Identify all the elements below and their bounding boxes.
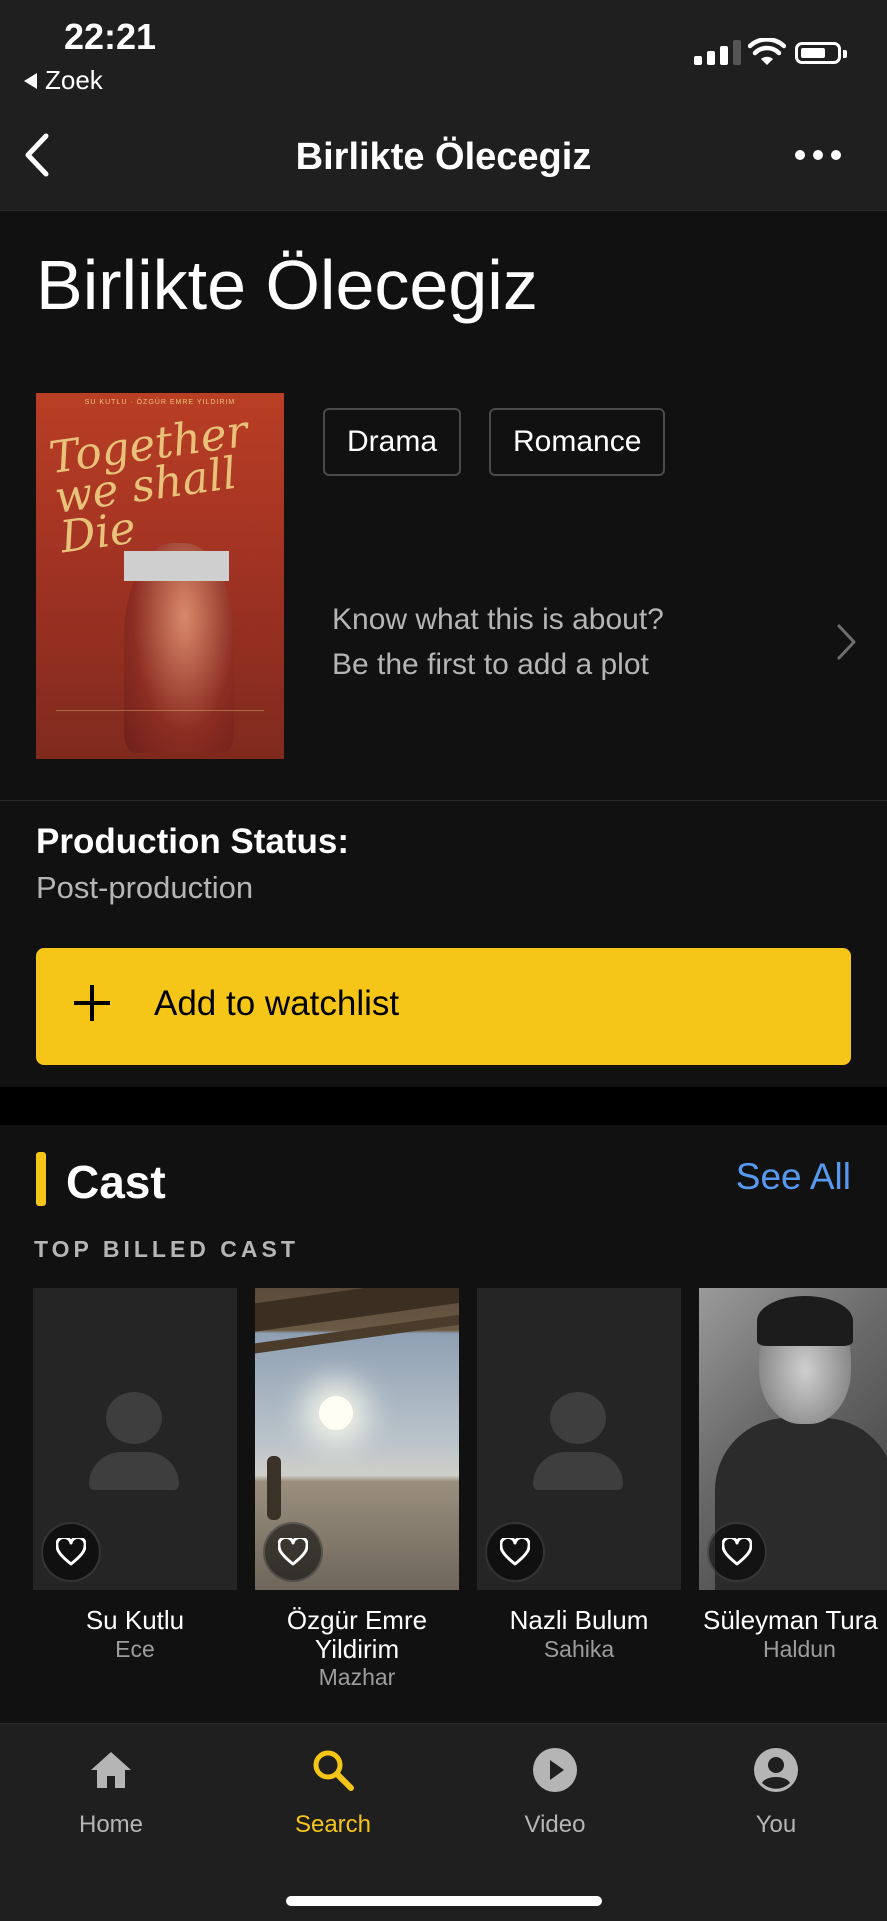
cast-heading: Cast — [66, 1156, 166, 1208]
cast-photo — [267, 1456, 281, 1520]
cast-role: Mazhar — [318, 1664, 396, 1690]
poster-credits: SU KUTLU · ÖZGÜR EMRE YILDIRIM — [84, 399, 236, 406]
nav-title: Birlikte Ölecegiz — [295, 136, 592, 178]
tab-video-label: Video — [524, 1811, 586, 1838]
see-all-link[interactable]: See All — [736, 1156, 851, 1198]
back-app-label: Zoek — [45, 65, 103, 95]
top-billed-cast-label: TOP BILLED CAST — [34, 1236, 299, 1262]
poster-title-text: Together we shall Die — [45, 405, 251, 564]
wifi-icon — [748, 38, 786, 65]
tab-bar: Home Search Video You — [0, 1723, 887, 1921]
page-title: Birlikte Ölecegiz — [36, 246, 538, 324]
cast-role: Ece — [115, 1636, 155, 1662]
section-divider — [0, 800, 887, 801]
cast-name: Özgür Emre Yildirim — [286, 1605, 428, 1664]
cast-name: Su Kutlu — [85, 1605, 185, 1635]
tab-search[interactable]: Search — [258, 1746, 408, 1839]
person-placeholder-icon — [550, 1392, 606, 1444]
heart-icon[interactable] — [263, 1522, 323, 1582]
tab-home-label: Home — [78, 1811, 144, 1838]
cast-name: Nazli Bulum — [509, 1605, 649, 1635]
genre-chip-romance[interactable]: Romance — [489, 408, 666, 476]
tab-you-label: You — [755, 1811, 797, 1838]
cast-card-nazli-bulum[interactable] — [477, 1288, 681, 1590]
cast-card-suleyman-tura[interactable] — [699, 1288, 887, 1590]
chevron-right-icon[interactable] — [836, 622, 858, 662]
heart-icon[interactable] — [41, 1522, 101, 1582]
add-plot-prompt[interactable]: Know what this is about? Be the first to… — [332, 597, 664, 687]
section-accent-bar — [36, 1152, 46, 1206]
back-to-app-link[interactable]: Zoek — [24, 65, 103, 96]
plot-prompt-line-1: Know what this is about? — [332, 603, 664, 636]
account-icon — [754, 1748, 798, 1792]
poster-fine-print — [56, 710, 264, 745]
tab-you[interactable]: You — [701, 1746, 851, 1839]
cast-role: Sahika — [543, 1636, 615, 1662]
cast-card-su-kutlu[interactable] — [33, 1288, 237, 1590]
home-indicator — [286, 1896, 602, 1906]
search-icon — [313, 1750, 354, 1791]
add-to-watchlist-label: Add to watchlist — [154, 984, 400, 1023]
status-time: 22:21 — [64, 16, 157, 57]
poster-eye-bar — [124, 551, 229, 581]
more-options-icon[interactable] — [795, 150, 841, 160]
person-placeholder-icon — [106, 1392, 162, 1444]
cast-name: Süleyman Tura — [703, 1606, 878, 1635]
plus-icon — [74, 985, 110, 1021]
status-bar: 22:21 Zoek — [0, 0, 887, 100]
signal-icon — [694, 40, 741, 65]
cast-card-ozgur-emre-yildirim[interactable] — [255, 1288, 459, 1590]
tab-search-label: Search — [294, 1811, 372, 1838]
section-separator — [0, 1087, 887, 1125]
navigation-bar: Birlikte Ölecegiz — [0, 100, 887, 211]
heart-icon[interactable] — [707, 1522, 767, 1582]
heart-icon[interactable] — [485, 1522, 545, 1582]
cast-role: Haldun — [763, 1636, 836, 1662]
back-triangle-icon — [24, 72, 37, 89]
genre-chip-drama[interactable]: Drama — [323, 408, 462, 476]
plot-prompt-line-2: Be the first to add a plot — [332, 648, 649, 681]
home-icon — [91, 1752, 131, 1788]
production-status-label: Production Status: — [36, 822, 350, 861]
tab-home[interactable]: Home — [36, 1746, 186, 1839]
production-status-value: Post-production — [36, 870, 254, 905]
movie-poster[interactable]: SU KUTLU · ÖZGÜR EMRE YILDIRIM Together … — [36, 393, 284, 759]
tab-video[interactable]: Video — [480, 1746, 630, 1839]
play-icon — [533, 1748, 577, 1792]
battery-icon — [795, 42, 847, 64]
add-to-watchlist-button[interactable]: Add to watchlist — [36, 948, 851, 1065]
